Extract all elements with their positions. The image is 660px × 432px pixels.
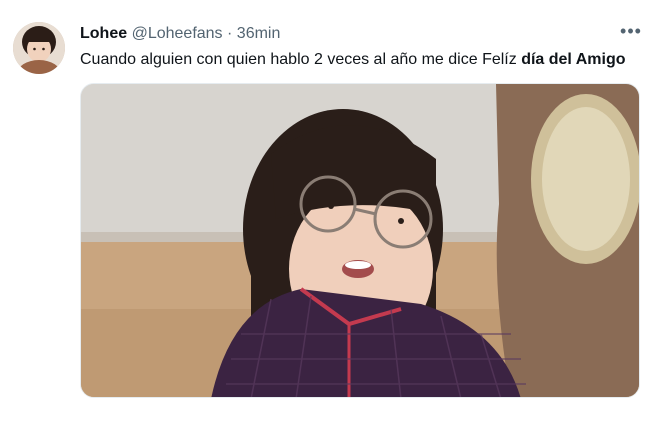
separator: ·: [227, 25, 233, 42]
tweet-text-plain: Cuando alguien con quien hablo 2 veces a…: [80, 51, 522, 68]
photo: [81, 84, 639, 397]
avatar[interactable]: [13, 22, 65, 74]
tweet-text: Cuando alguien con quien hablo 2 veces a…: [80, 49, 650, 71]
tweet-media[interactable]: [80, 83, 640, 398]
tweet[interactable]: Lohee @Loheefans · 36min ••• Cuando algu…: [0, 0, 660, 432]
avatar-image: [13, 22, 65, 74]
tweet-header: Lohee @Loheefans · 36min: [80, 23, 620, 45]
more-horizontal-icon[interactable]: •••: [619, 22, 643, 44]
timestamp[interactable]: 36min: [237, 25, 281, 42]
tweet-text-bold: día del Amigo: [521, 51, 626, 68]
author-name[interactable]: Lohee: [80, 25, 127, 42]
author-handle[interactable]: @Loheefans: [132, 25, 223, 42]
